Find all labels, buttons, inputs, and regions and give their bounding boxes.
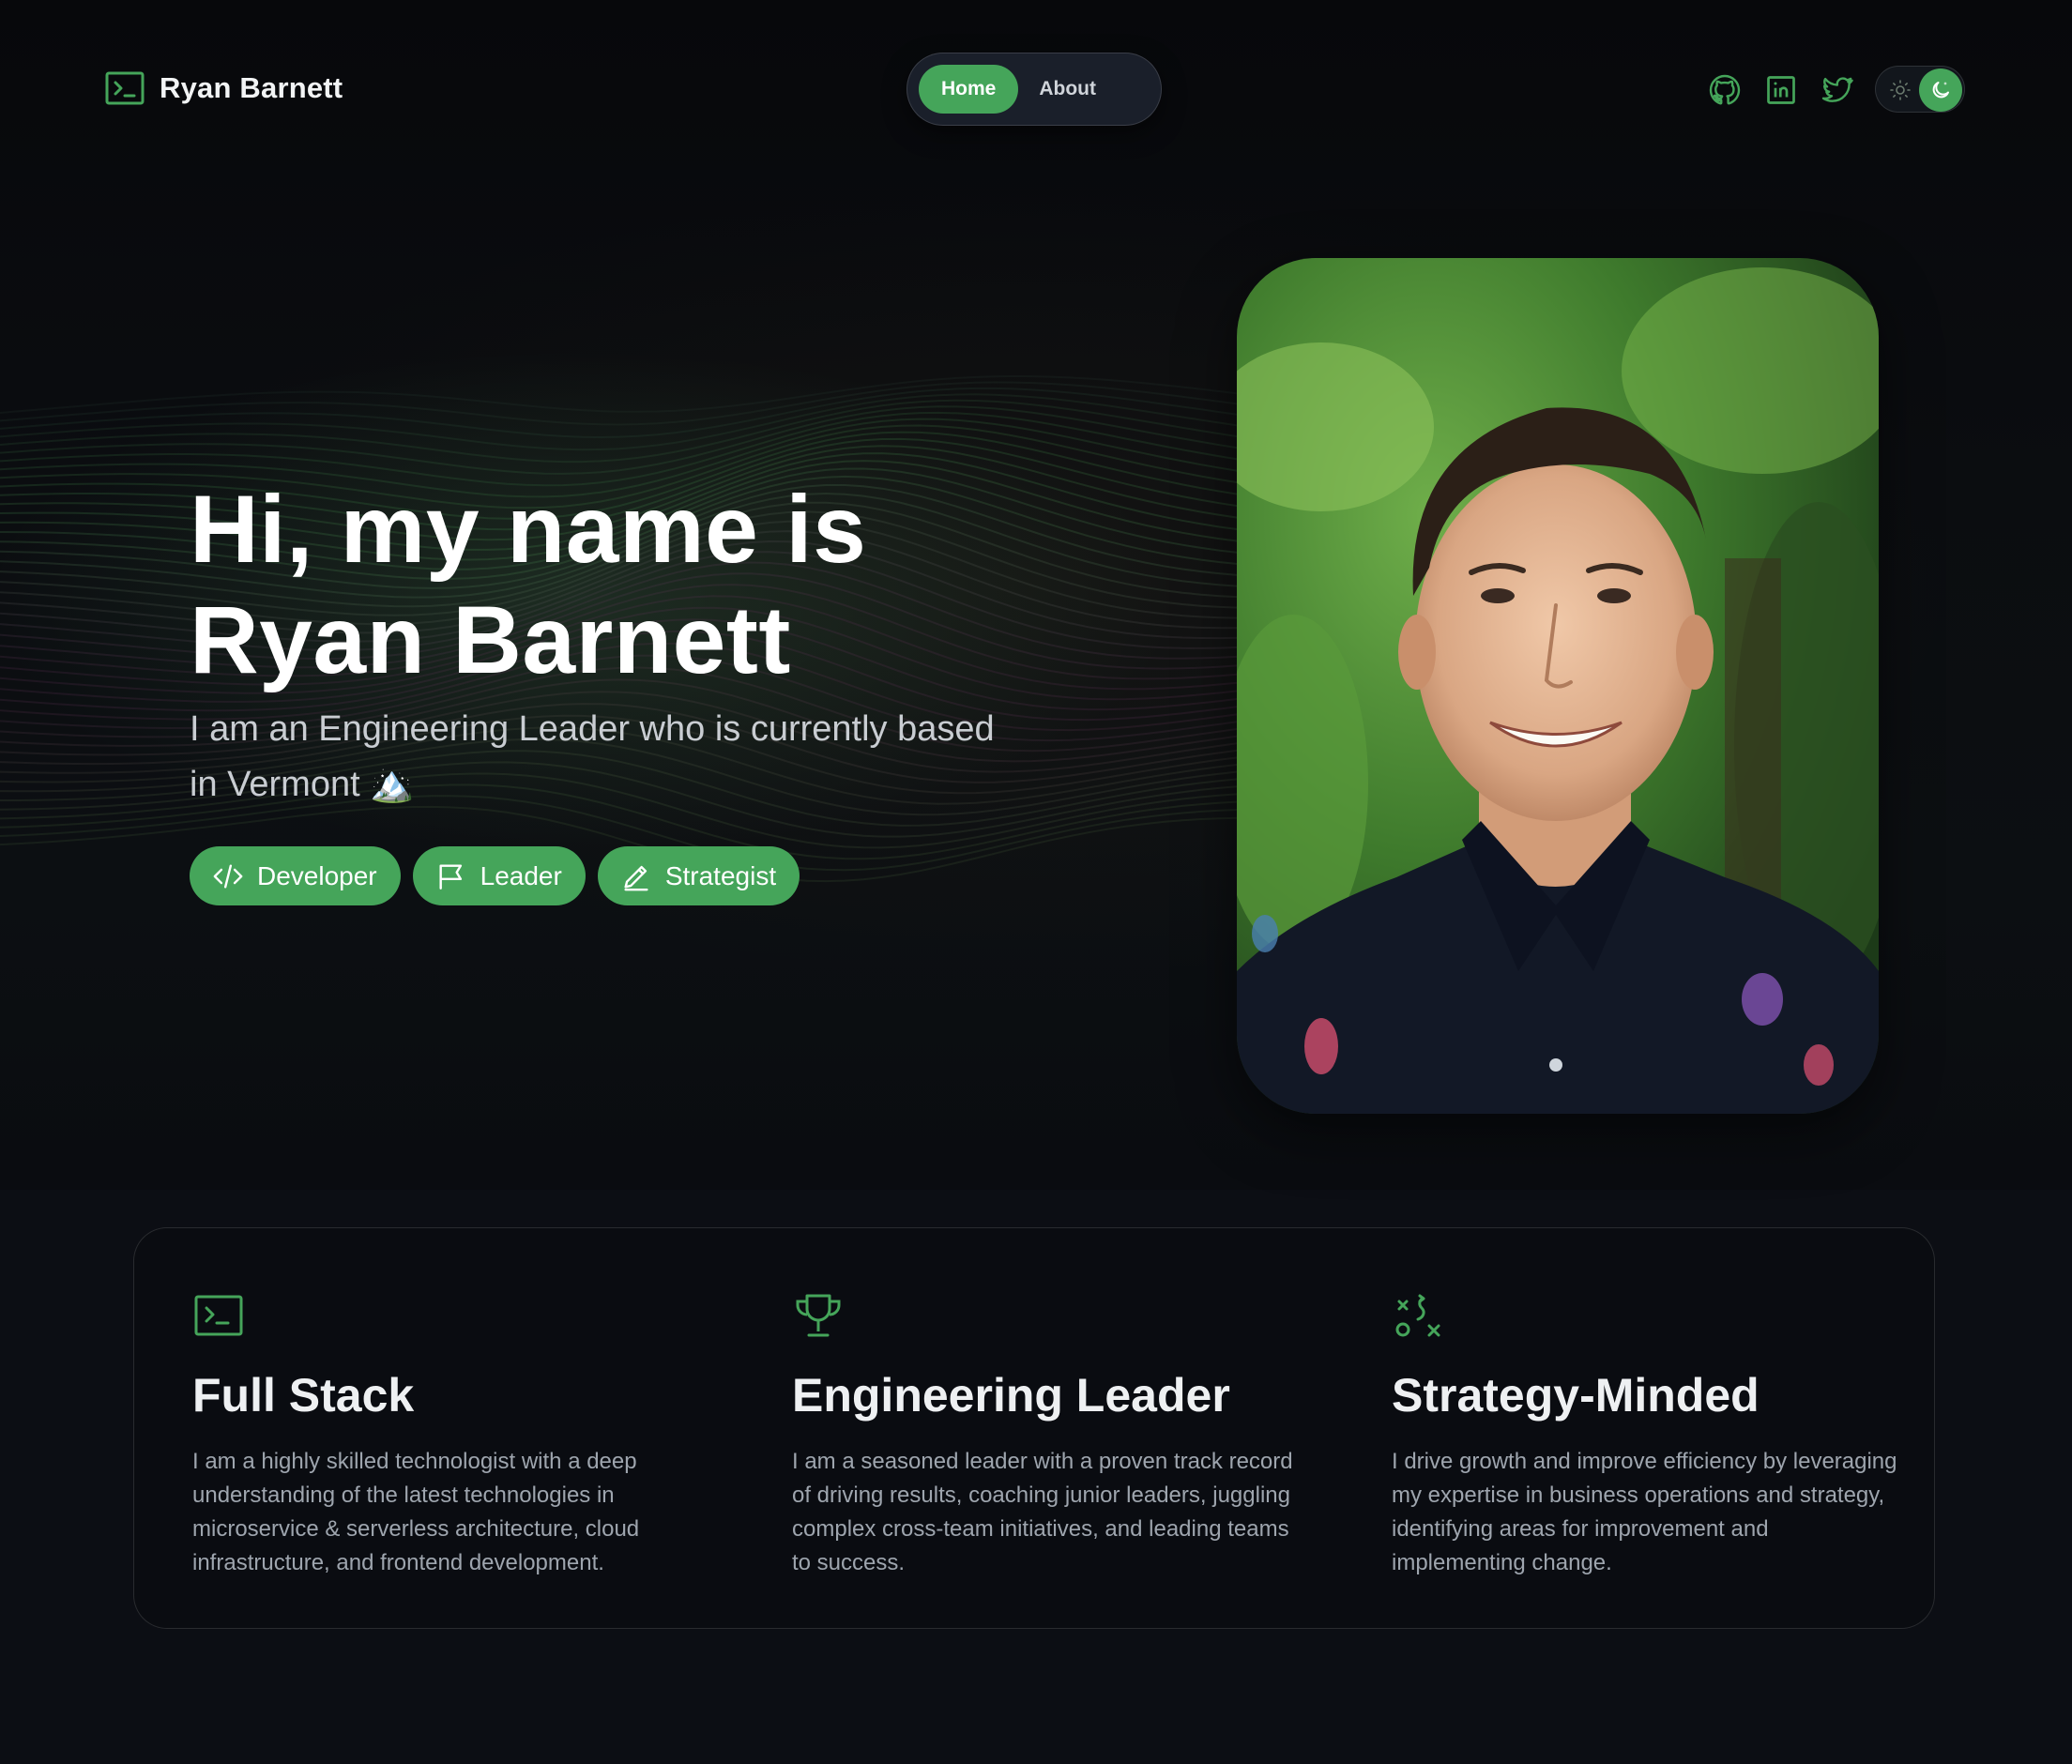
terminal-icon bbox=[194, 1295, 243, 1336]
brand-logo[interactable]: Ryan Barnett bbox=[105, 71, 343, 105]
linkedin-icon[interactable] bbox=[1764, 73, 1798, 107]
theme-toggle-knob bbox=[1919, 68, 1962, 112]
role-tags: Developer Leader Strategist bbox=[190, 846, 800, 905]
nav-home[interactable]: Home bbox=[919, 65, 1019, 114]
profile-photo bbox=[1237, 258, 1879, 1114]
feature-description: I am a highly skilled technologist with … bbox=[192, 1449, 640, 1575]
code-icon bbox=[213, 863, 243, 889]
hero-headline: Hi, my name is Ryan Barnett bbox=[190, 474, 1034, 695]
pencil-icon bbox=[624, 865, 648, 890]
tag-developer[interactable]: Developer bbox=[190, 846, 401, 905]
strategy-icon bbox=[1395, 1294, 1440, 1337]
brand-name: Ryan Barnett bbox=[160, 71, 343, 104]
feature-strategy-minded: Strategy-Minded I drive growth and impro… bbox=[1392, 1290, 1898, 1580]
tag-label: Strategist bbox=[664, 860, 777, 890]
tag-leader[interactable]: Leader bbox=[412, 846, 586, 905]
feature-full-stack: Full Stack I am a highly skilled technol… bbox=[192, 1290, 699, 1580]
theme-toggle[interactable] bbox=[1875, 66, 1965, 113]
feature-title: Engineering Leader bbox=[792, 1369, 1230, 1422]
feature-title: Strategy-Minded bbox=[1392, 1369, 1760, 1422]
social-links bbox=[1708, 73, 1854, 107]
headline-line-2: Ryan Barnett bbox=[190, 586, 791, 693]
sun-icon bbox=[1890, 80, 1911, 100]
trophy-icon bbox=[796, 1294, 841, 1337]
feature-description: I am a seasoned leader with a proven tra… bbox=[792, 1449, 1293, 1575]
wave-line bbox=[0, 374, 1408, 414]
portrait-illustration bbox=[1237, 258, 1879, 1114]
features-card: Full Stack I am a highly skilled technol… bbox=[133, 1227, 1935, 1629]
twitter-icon[interactable] bbox=[1821, 73, 1854, 107]
tag-label: Leader bbox=[480, 860, 562, 890]
nav-about[interactable]: About bbox=[1039, 78, 1096, 100]
main-nav: Home About bbox=[906, 53, 1162, 126]
terminal-icon bbox=[105, 71, 145, 105]
feature-description: I drive growth and improve efficiency by… bbox=[1392, 1449, 1897, 1575]
tag-label: Developer bbox=[257, 860, 377, 890]
headline-line-1: Hi, my name is bbox=[190, 476, 867, 583]
feature-engineering-leader: Engineering Leader I am a seasoned leade… bbox=[792, 1290, 1299, 1580]
moon-icon bbox=[1932, 82, 1949, 99]
flag-icon bbox=[439, 863, 462, 890]
hero-subtitle: I am an Engineering Leader who is curren… bbox=[190, 709, 995, 804]
tag-strategist[interactable]: Strategist bbox=[597, 846, 800, 905]
feature-title: Full Stack bbox=[192, 1369, 415, 1422]
github-icon[interactable] bbox=[1708, 73, 1742, 107]
